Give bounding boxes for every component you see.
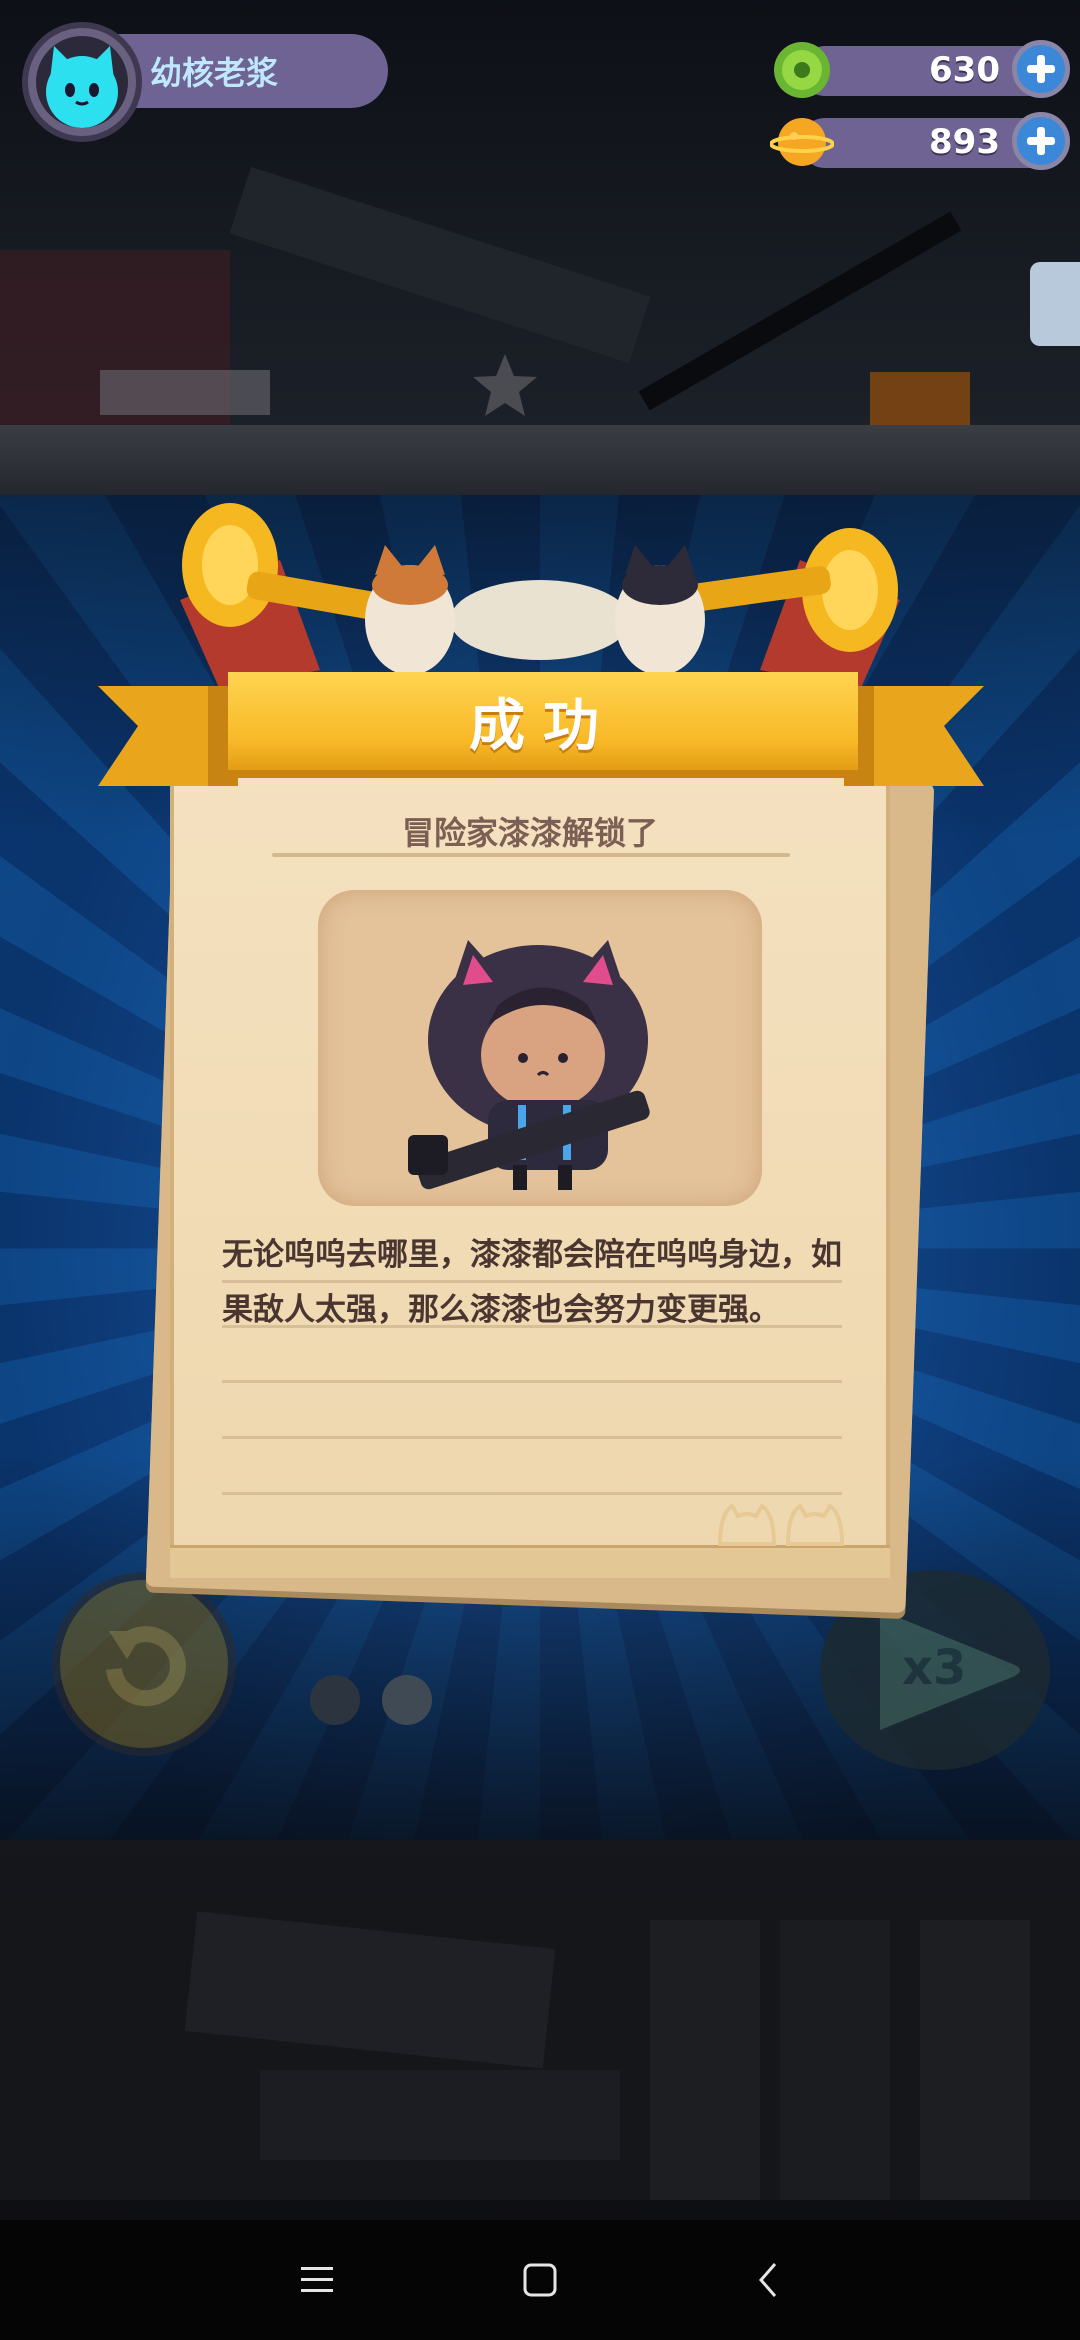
character-description: 无论呜呜去哪里，漆漆都会陪在呜呜身边，如果敌人太强，那么漆漆也会努力变更强。 xyxy=(222,1237,842,1328)
back-button[interactable] xyxy=(733,2245,803,2315)
planet-count: 893 xyxy=(929,122,1000,162)
restart-icon xyxy=(106,1626,186,1707)
add-planet-button[interactable] xyxy=(1012,112,1070,170)
success-banner: 成功 xyxy=(228,672,858,778)
back-chevron-icon xyxy=(759,2263,777,2297)
adventurer-cat-character xyxy=(408,940,650,1190)
donut-count: 630 xyxy=(929,50,1000,90)
avatar[interactable] xyxy=(22,22,142,142)
planet-currency: 893 xyxy=(770,112,1070,172)
menu-button[interactable] xyxy=(282,2245,352,2315)
progress-dots xyxy=(310,1675,460,1725)
plus-icon xyxy=(1027,55,1055,83)
home-button[interactable] xyxy=(505,2245,575,2315)
background-box xyxy=(870,372,970,427)
side-scroll-tab[interactable] xyxy=(1030,262,1080,346)
character-portrait xyxy=(318,890,762,1206)
speed-label: x3 xyxy=(902,1640,967,1696)
background-book-strip xyxy=(100,370,270,415)
background-lower-shelf xyxy=(0,1840,1080,2240)
green-donut-icon xyxy=(774,42,830,98)
shelf-top-edge xyxy=(0,425,1080,495)
success-title: 成功 xyxy=(469,693,617,759)
trumpet-cats-decoration xyxy=(180,503,900,690)
player-name: 幼核老浆 xyxy=(150,54,279,92)
orange-planet-icon xyxy=(770,118,834,166)
unlock-subtitle: 冒险家漆漆解锁了 xyxy=(401,814,658,852)
restart-button[interactable] xyxy=(52,1572,236,1756)
add-donut-button[interactable] xyxy=(1012,40,1070,98)
cyan-cat-avatar-icon xyxy=(46,46,118,128)
menu-icon xyxy=(301,2267,333,2292)
home-square-icon xyxy=(523,2263,557,2297)
background-gray-star-icon xyxy=(470,350,540,420)
donut-currency: 630 xyxy=(770,40,1070,100)
paw-cats-stamp-icon xyxy=(717,1503,845,1546)
plus-icon xyxy=(1027,127,1055,155)
